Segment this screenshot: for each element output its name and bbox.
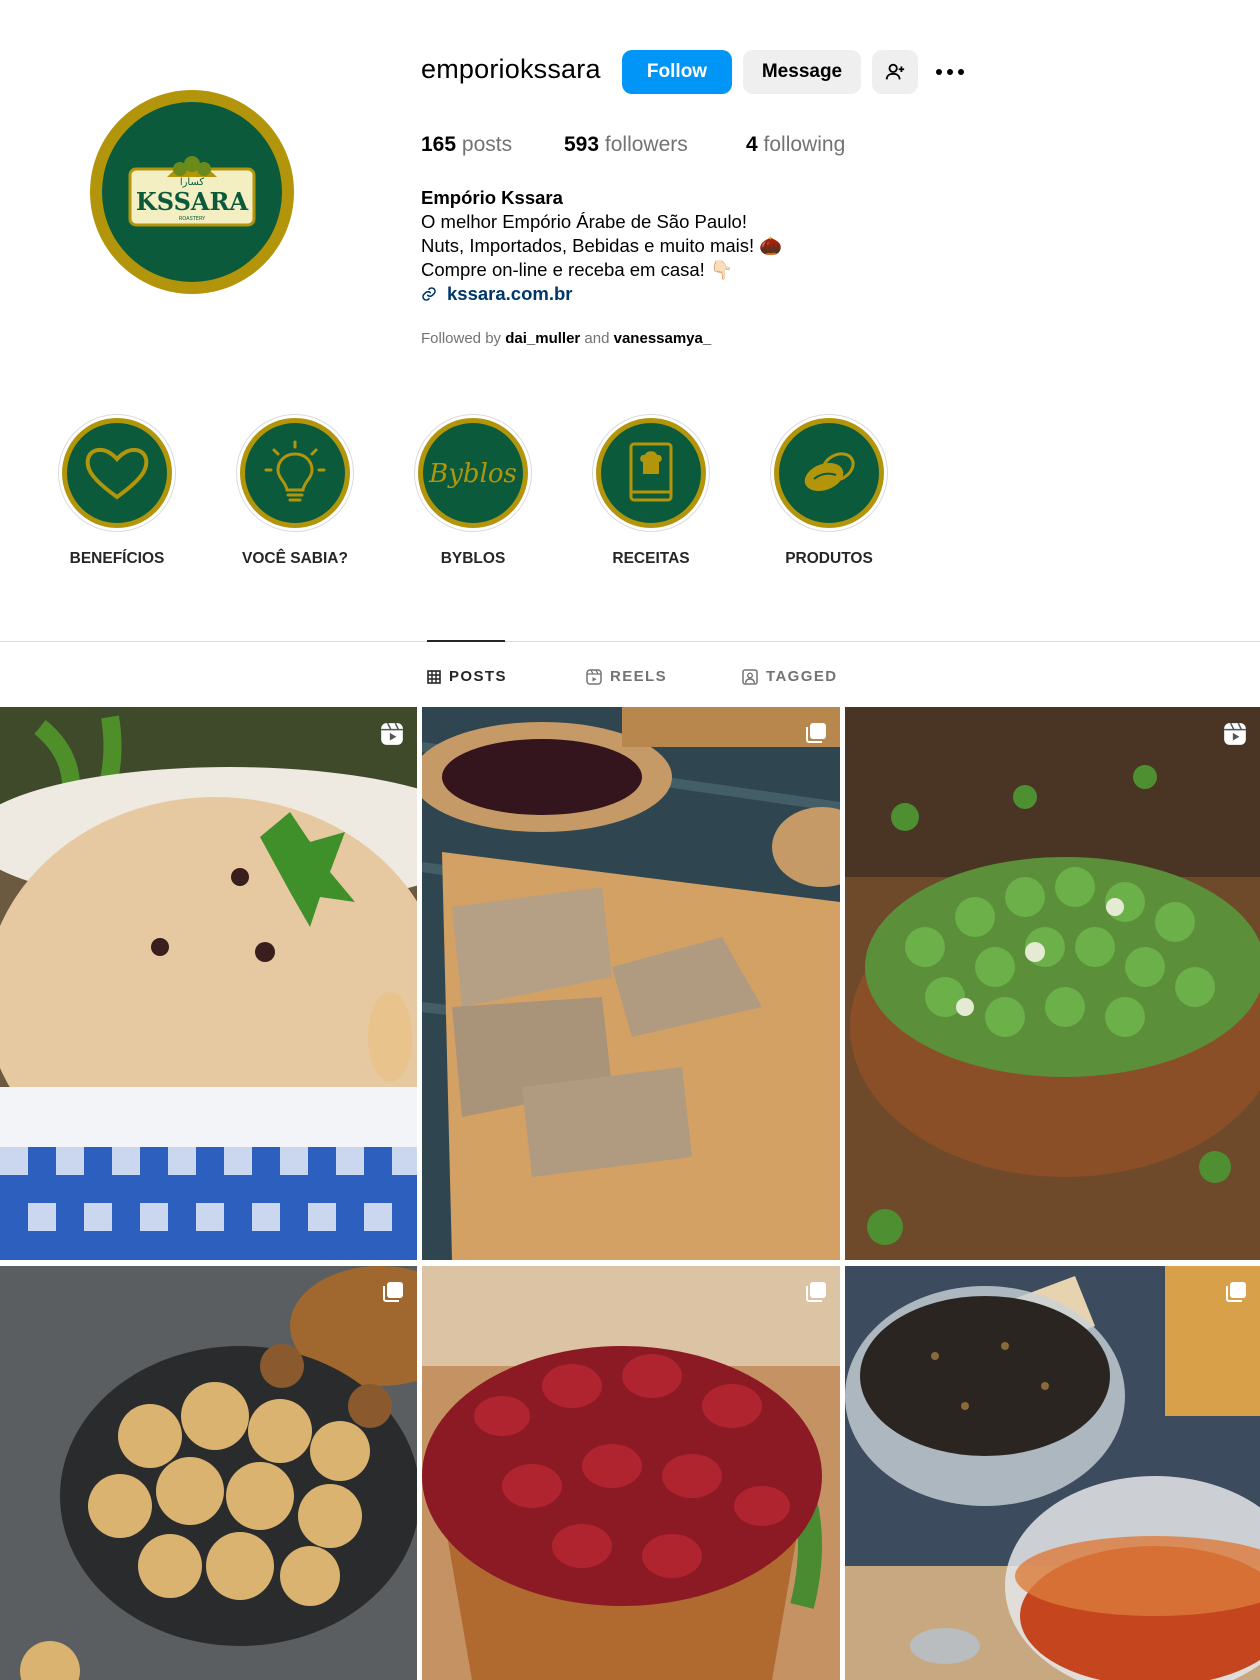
bio-line: Compre on-line e receba em casa! 👇🏻 (421, 259, 733, 280)
bio-link[interactable]: kssara.com.br (421, 282, 782, 306)
post-tile-wasabi-peas[interactable] (845, 707, 1260, 1260)
kssara-logo: كسارا KSSARA ROASTERY (128, 156, 256, 227)
options-button[interactable] (930, 50, 970, 94)
highlight-receitas[interactable]: RECEITAS (592, 414, 710, 568)
followed-by-and: and (584, 330, 610, 347)
carousel-icon (383, 1282, 403, 1302)
active-tab-indicator (427, 640, 505, 642)
followed-by-prefix: Followed by (421, 330, 502, 347)
post-tile-rice-pilaf[interactable] (0, 707, 417, 1260)
link-icon (422, 287, 436, 301)
profile-display-name: Empório Kssara (421, 187, 563, 208)
post-image (422, 707, 840, 1260)
suggested-accounts-button[interactable] (872, 50, 918, 94)
recipe-book-icon (629, 442, 673, 502)
bio-line: O melhor Empório Árabe de São Paulo! (421, 211, 747, 232)
tagged-icon (742, 668, 758, 685)
followers-link[interactable]: 593 followers (564, 133, 746, 157)
post-image (0, 1266, 417, 1680)
highlight-beneficios[interactable]: BENEFÍCIOS (58, 414, 176, 568)
bio-link-text[interactable]: kssara.com.br (447, 282, 572, 306)
tabs-divider (0, 641, 1260, 642)
highlight-label: PRODUTOS (785, 550, 873, 567)
follower-link[interactable]: vanessamya_ (614, 330, 712, 347)
tab-label: REELS (610, 668, 668, 685)
following-link[interactable]: 4 following (746, 133, 845, 157)
message-button[interactable]: Message (743, 50, 861, 94)
more-options-icon (936, 69, 964, 75)
post-tile-dried-figs[interactable] (0, 1266, 417, 1680)
heart-icon (85, 448, 149, 500)
post-tile-dried-cranberries[interactable] (422, 1266, 840, 1680)
reels-icon (586, 668, 602, 685)
highlight-label: VOCÊ SABIA? (242, 550, 348, 567)
svg-text:KSSARA: KSSARA (136, 187, 249, 216)
followed-by[interactable]: Followed by dai_muller and vanessamya_ (421, 330, 711, 347)
reel-icon (1224, 722, 1246, 745)
byblos-script: Byblos (428, 459, 517, 489)
bio-line: Nuts, Importados, Bebidas e muito mais! … (421, 235, 783, 256)
tab-posts[interactable]: POSTS (427, 668, 507, 685)
follower-link[interactable]: dai_muller (505, 330, 580, 347)
post-image (0, 707, 417, 1260)
profile-username: emporiokssara (421, 54, 601, 84)
carousel-icon (806, 1282, 826, 1302)
posts-count: 165 posts (421, 133, 513, 156)
highlight-voce-sabia[interactable]: VOCÊ SABIA? (236, 414, 354, 568)
post-image (845, 707, 1260, 1260)
profile-stats: 165 posts 593 followers 4 following (421, 133, 845, 157)
lightbulb-icon (264, 440, 326, 502)
post-image (845, 1266, 1260, 1680)
post-image (422, 1266, 840, 1680)
highlight-byblos[interactable]: Byblos BYBLOS (414, 414, 532, 568)
carousel-icon (1226, 1282, 1246, 1302)
carousel-icon (806, 723, 826, 743)
svg-text:Byblos: Byblos (428, 459, 517, 489)
reel-icon (381, 722, 403, 745)
add-user-icon (885, 63, 905, 80)
post-tile-tea[interactable] (845, 1266, 1260, 1680)
highlight-produtos[interactable]: PRODUTOS (770, 414, 888, 568)
tab-tagged[interactable]: TAGGED (742, 668, 837, 685)
profile-avatar[interactable]: كسارا KSSARA ROASTERY (90, 90, 294, 294)
tab-reels[interactable]: REELS (586, 668, 667, 685)
tab-label: TAGGED (766, 668, 838, 685)
profile-bio: Empório Kssara O melhor Empório Árabe de… (421, 186, 782, 306)
post-tile-halva[interactable] (422, 707, 840, 1260)
highlight-label: BENEFÍCIOS (69, 550, 165, 567)
highlight-label: BYBLOS (440, 550, 506, 567)
nuts-icon (804, 452, 855, 492)
svg-text:ROASTERY: ROASTERY (179, 216, 206, 222)
grid-icon (427, 669, 441, 684)
tab-label: POSTS (449, 668, 507, 685)
follow-button[interactable]: Follow (622, 50, 732, 94)
highlight-label: RECEITAS (612, 550, 690, 567)
